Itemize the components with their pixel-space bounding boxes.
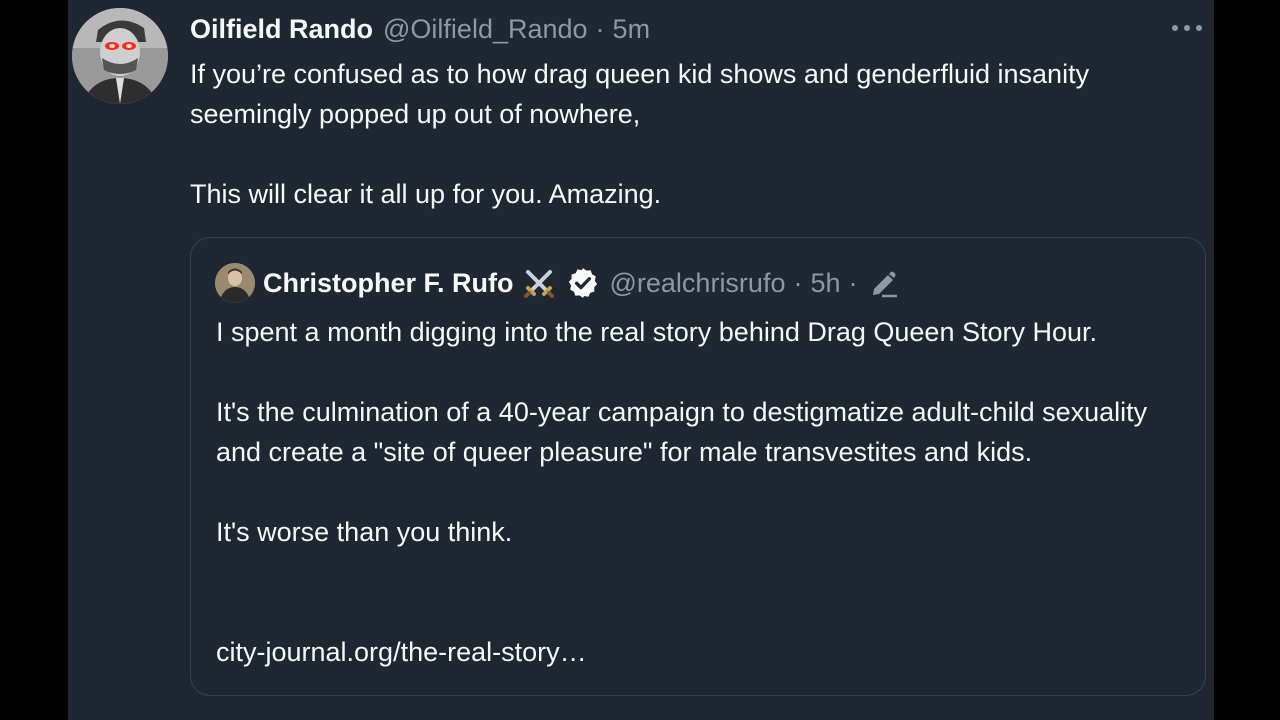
- separator-dot: ·: [848, 267, 858, 298]
- author-display-name[interactable]: Oilfield Rando: [190, 14, 373, 45]
- separator-dot: ·: [595, 13, 605, 44]
- quoted-author-display-name[interactable]: Christopher F. Rufo: [263, 268, 514, 299]
- quoted-tweet-timestamp[interactable]: 5h: [810, 268, 840, 299]
- edit-pencil-icon[interactable]: [868, 267, 900, 299]
- quoted-tweet-link[interactable]: city-journal.org/the-real-story…: [216, 632, 587, 672]
- tweet-timestamp[interactable]: 5m: [613, 14, 651, 45]
- author-avatar[interactable]: [72, 8, 168, 104]
- quoted-author-handle[interactable]: @realchrisrufo: [610, 268, 786, 299]
- quoted-tweet[interactable]: Christopher F. Rufo @realchrisrufo · 5h …: [190, 237, 1206, 696]
- separator-dot: ·: [793, 267, 803, 298]
- quoted-tweet-text: I spent a month digging into the real st…: [216, 317, 1148, 547]
- tweet-header: Oilfield Rando @Oilfield_Rando · 5m: [190, 12, 650, 46]
- verified-badge-icon: [566, 266, 600, 300]
- author-handle[interactable]: @Oilfield_Rando: [383, 14, 588, 45]
- tweet-text: If you’re confused as to how drag queen …: [190, 59, 1090, 209]
- crossed-swords-icon: [522, 266, 556, 300]
- quoted-tweet-header: Christopher F. Rufo @realchrisrufo · 5h …: [215, 263, 900, 303]
- tweet-card: Oilfield Rando @Oilfield_Rando · 5m If y…: [68, 0, 1214, 720]
- quoted-author-avatar[interactable]: [215, 263, 255, 303]
- more-options-icon[interactable]: [1170, 18, 1204, 38]
